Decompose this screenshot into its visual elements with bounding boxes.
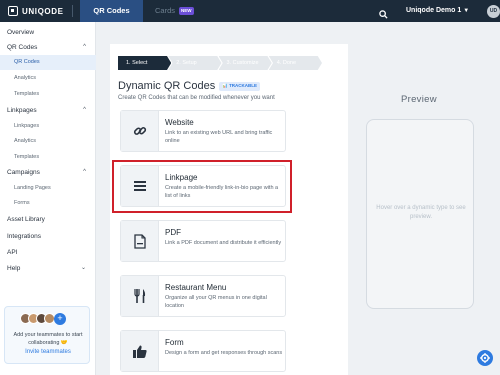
qr-type-card-restaurant-menu[interactable]: Restaurant Menu Organize all your QR men… xyxy=(120,275,286,317)
sidebar-item-label: Landing Pages xyxy=(14,185,51,191)
qr-type-card-form[interactable]: Form Design a form and get responses thr… xyxy=(120,330,286,372)
trackable-label: TRACKABLE xyxy=(229,83,258,88)
sidebar-subitem-linkpage-templates[interactable]: Templates xyxy=(0,150,96,165)
sidebar-subitem-forms[interactable]: Forms xyxy=(0,196,96,211)
card-description: Link to an existing web URL and bring tr… xyxy=(165,130,273,144)
brand-name: UNIQODE xyxy=(22,6,64,16)
sidebar-item-label: Help xyxy=(7,265,21,272)
fork-knife-icon xyxy=(121,276,159,316)
teammate-avatars: + xyxy=(20,313,66,325)
uniqode-logo-icon xyxy=(8,6,18,16)
step-done: 4. Done xyxy=(268,56,322,70)
page-title: Dynamic QR Codes 📊 TRACKABLE xyxy=(118,80,261,92)
top-navbar: UNIQODE QR Codes Cards NEW Uniqode Demo … xyxy=(0,0,500,22)
sidebar-item-label: Integrations xyxy=(7,233,41,240)
card-description: Organize all your QR menus in one digita… xyxy=(165,295,267,309)
step-customize: 3. Customize xyxy=(218,56,272,70)
qr-type-card-pdf[interactable]: PDF Link a PDF document and distribute i… xyxy=(120,220,286,262)
sidebar-item-linkpages[interactable]: Linkpages ^ xyxy=(0,103,96,118)
avatar[interactable]: UD xyxy=(487,5,500,18)
preview-hint: Hover over a dynamic type to see preview… xyxy=(376,205,466,220)
brand-logo[interactable]: UNIQODE xyxy=(8,5,64,17)
trackable-badge: 📊 TRACKABLE xyxy=(219,81,261,91)
sidebar-item-label: Linkpages xyxy=(7,107,37,114)
sidebar-item-label: Analytics xyxy=(14,138,37,144)
invite-teammates-link[interactable]: Invite teammates xyxy=(9,349,87,355)
sidebar-item-label: API xyxy=(7,249,18,256)
chevron-up-icon: ^ xyxy=(83,44,86,50)
sidebar-item-campaigns[interactable]: Campaigns ^ xyxy=(0,165,96,180)
sidebar-item-help[interactable]: Help ⌄ xyxy=(0,261,96,276)
sidebar-item-label: Overview xyxy=(7,29,35,36)
tab-qr-codes[interactable]: QR Codes xyxy=(80,0,143,22)
account-switcher[interactable]: Uniqode Demo 1 ▼ xyxy=(406,0,469,22)
tab-qr-codes-label: QR Codes xyxy=(93,6,130,15)
sidebar-item-overview[interactable]: Overview xyxy=(0,25,96,40)
phone-preview: Hover over a dynamic type to see preview… xyxy=(366,119,474,309)
linkpage-highlight-box xyxy=(112,160,292,213)
sidebar-item-label: Templates xyxy=(14,91,40,97)
sidebar-subitem-linkpage-analytics[interactable]: Analytics xyxy=(0,134,96,149)
sidebar-item-label: Forms xyxy=(14,200,30,206)
search-icon[interactable] xyxy=(379,6,388,24)
tab-cards[interactable]: Cards NEW xyxy=(155,0,215,22)
tab-cards-label: Cards xyxy=(155,6,176,15)
thumbs-up-icon xyxy=(121,331,159,371)
chevron-up-icon: ^ xyxy=(83,169,86,175)
account-name: Uniqode Demo 1 xyxy=(406,7,462,14)
sidebar-item-label: Analytics xyxy=(14,75,37,81)
chevron-up-icon: ^ xyxy=(83,107,86,113)
sidebar-item-label: Campaigns xyxy=(7,169,40,176)
sidebar-item-api[interactable]: API xyxy=(0,245,96,260)
invite-teammates-card: + Add your teammates to start collaborat… xyxy=(4,306,90,364)
card-description: Design a form and get responses through … xyxy=(165,350,283,356)
preview-title: Preview xyxy=(401,94,437,105)
step-select: 1. Select xyxy=(118,56,172,70)
card-title: PDF xyxy=(165,228,181,237)
sidebar-subitem-qr-codes[interactable]: QR Codes xyxy=(0,55,96,70)
qr-type-card-website[interactable]: Website Link to an existing web URL and … xyxy=(120,110,286,152)
sidebar-item-qr-codes[interactable]: QR Codes ^ xyxy=(0,40,96,55)
top-divider xyxy=(72,5,73,17)
link-icon xyxy=(121,111,159,151)
gear-icon xyxy=(480,353,490,363)
sidebar-subitem-qr-templates[interactable]: Templates xyxy=(0,87,96,102)
page-title-text: Dynamic QR Codes xyxy=(118,80,216,92)
help-chat-button[interactable] xyxy=(477,350,493,366)
new-badge: NEW xyxy=(179,7,194,15)
sidebar-subitem-linkpages[interactable]: Linkpages xyxy=(0,119,96,134)
card-title: Restaurant Menu xyxy=(165,283,227,292)
progress-stepper: 1. Select 2. Setup 3. Customize 4. Done xyxy=(118,56,322,70)
card-title: Form xyxy=(165,338,184,347)
pdf-icon xyxy=(121,221,159,261)
sidebar-item-label: QR Codes xyxy=(14,59,40,65)
card-title: Website xyxy=(165,118,194,127)
sidebar-item-label: QR Codes xyxy=(7,44,38,51)
chevron-down-icon: ▼ xyxy=(463,8,470,14)
sidebar-subitem-qr-analytics[interactable]: Analytics xyxy=(0,71,96,86)
sidebar-item-asset-library[interactable]: Asset Library xyxy=(0,212,96,227)
sidebar-item-label: Templates xyxy=(14,154,40,160)
invite-message: Add your teammates to start collaboratin… xyxy=(13,332,83,346)
step-setup: 2. Setup xyxy=(168,56,222,70)
page-subtitle: Create QR Codes that can be modified whe… xyxy=(118,95,275,101)
sidebar-subitem-landing-pages[interactable]: Landing Pages xyxy=(0,181,96,196)
sidebar-item-label: Asset Library xyxy=(7,216,45,223)
sidebar-item-label: Linkpages xyxy=(14,123,40,129)
chevron-down-icon: ⌄ xyxy=(80,265,86,271)
add-teammate-icon[interactable]: + xyxy=(54,313,66,325)
card-description: Link a PDF document and distribute it ef… xyxy=(165,240,282,246)
sidebar-item-integrations[interactable]: Integrations xyxy=(0,229,96,244)
sidebar: Overview QR Codes ^ QR Codes Analytics Te… xyxy=(0,22,96,375)
